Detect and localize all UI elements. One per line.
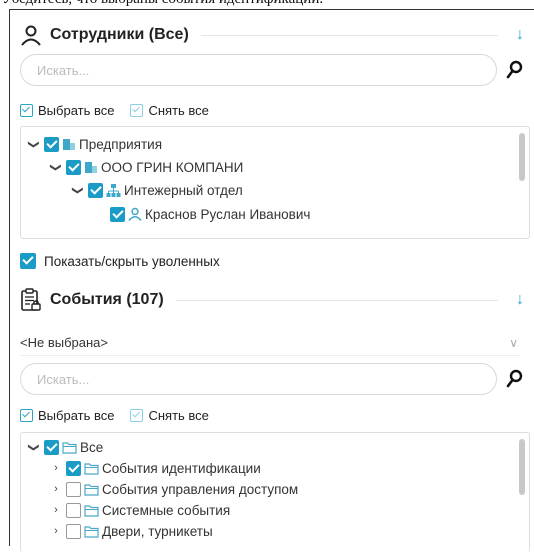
clipboard-lock-icon [21, 288, 41, 311]
chevron-down-icon[interactable]: ❯ [28, 137, 41, 151]
tree-checkbox[interactable] [66, 502, 81, 518]
events-header: События (107) ↓ [20, 285, 530, 315]
tree-item[interactable]: Краснов Руслан Иванович [107, 203, 310, 225]
person-icon [128, 207, 142, 221]
tree-item[interactable]: ❯ Все [27, 436, 103, 458]
events-search-input[interactable] [20, 363, 497, 395]
employees-tree: ❯ Предприятия ❯ ООО ГРИН КОМПАНИ ❯ Интеж… [20, 126, 530, 239]
folder-icon [84, 504, 99, 517]
tree-checkbox[interactable] [66, 481, 81, 497]
event-category-select[interactable]: <Не выбрана> ∨ [20, 330, 520, 356]
events-deselect-all-button[interactable]: Снять все [130, 408, 209, 423]
check-square-icon [130, 103, 144, 117]
chevron-right-icon[interactable]: › [49, 483, 63, 495]
collapse-arrow-icon[interactable]: ↓ [510, 26, 530, 44]
chevron-right-icon[interactable]: › [49, 504, 63, 516]
header-divider [175, 299, 498, 301]
events-title: События (107) [50, 291, 164, 308]
tree-checkbox[interactable] [88, 182, 103, 198]
tree-item[interactable]: › Системные события [49, 499, 230, 521]
chevron-right-icon[interactable]: › [49, 525, 63, 537]
employees-select-controls: Выбрать все Снять все [20, 100, 225, 120]
employees-title: Сотрудники (Все) [50, 26, 189, 43]
collapse-arrow-icon[interactable]: ↓ [510, 291, 530, 309]
employees-tree-scrollbar[interactable] [519, 133, 525, 181]
folder-icon [62, 441, 77, 454]
tree-item[interactable]: ❯ Предприятия [27, 133, 162, 155]
org-structure-icon [106, 183, 121, 197]
search-icon[interactable] [506, 369, 524, 389]
employees-deselect-all-button[interactable]: Снять все [130, 103, 209, 118]
events-select-all-button[interactable]: Выбрать все [20, 408, 114, 423]
chevron-down-icon[interactable]: ❯ [72, 183, 85, 197]
chevron-right-icon[interactable]: › [49, 462, 63, 474]
employees-header: Сотрудники (Все) ↓ [20, 20, 530, 50]
employees-search-input[interactable] [20, 54, 497, 86]
check-square-icon [20, 103, 33, 117]
show-fired-checkbox[interactable] [20, 253, 36, 269]
tree-checkbox[interactable] [110, 206, 125, 222]
header-divider [200, 34, 498, 36]
tree-checkbox[interactable] [66, 523, 81, 539]
events-select-controls: Выбрать все Снять все [20, 405, 225, 425]
folder-icon [84, 483, 99, 496]
tree-checkbox[interactable] [66, 460, 81, 476]
tree-checkbox[interactable] [44, 439, 59, 455]
instruction-caption: Убедитесь, что выбраны события идентифик… [2, 0, 323, 8]
tree-checkbox[interactable] [44, 136, 59, 152]
chevron-down-icon[interactable]: ❯ [50, 160, 63, 174]
tree-item[interactable]: › События идентификации [49, 457, 261, 479]
tree-item[interactable]: › Двери, турникеты [49, 520, 213, 542]
show-fired-toggle[interactable]: Показать/скрыть уволенных [20, 253, 220, 269]
person-icon [21, 25, 41, 46]
filter-panel: Сотрудники (Все) ↓ Выбрать все Снять все… [9, 9, 534, 552]
events-tree: ❯ Все › События идентификации › События … [20, 432, 530, 552]
tree-item[interactable]: ❯ Интежерный отдел [71, 179, 243, 201]
chevron-down-icon[interactable]: ❯ [28, 440, 41, 454]
folder-icon [84, 462, 99, 475]
search-icon[interactable] [506, 60, 524, 80]
check-square-icon [130, 408, 144, 422]
folder-icon [84, 525, 99, 538]
building-icon [63, 139, 75, 150]
check-square-icon [20, 408, 33, 422]
tree-item[interactable]: › События управления доступом [49, 478, 298, 500]
employees-select-all-button[interactable]: Выбрать все [20, 103, 114, 118]
events-tree-scrollbar[interactable] [519, 439, 525, 495]
tree-item[interactable]: ❯ ООО ГРИН КОМПАНИ [49, 156, 243, 178]
tree-checkbox[interactable] [66, 159, 81, 175]
chevron-down-icon: ∨ [509, 335, 518, 350]
building-icon [85, 162, 97, 173]
